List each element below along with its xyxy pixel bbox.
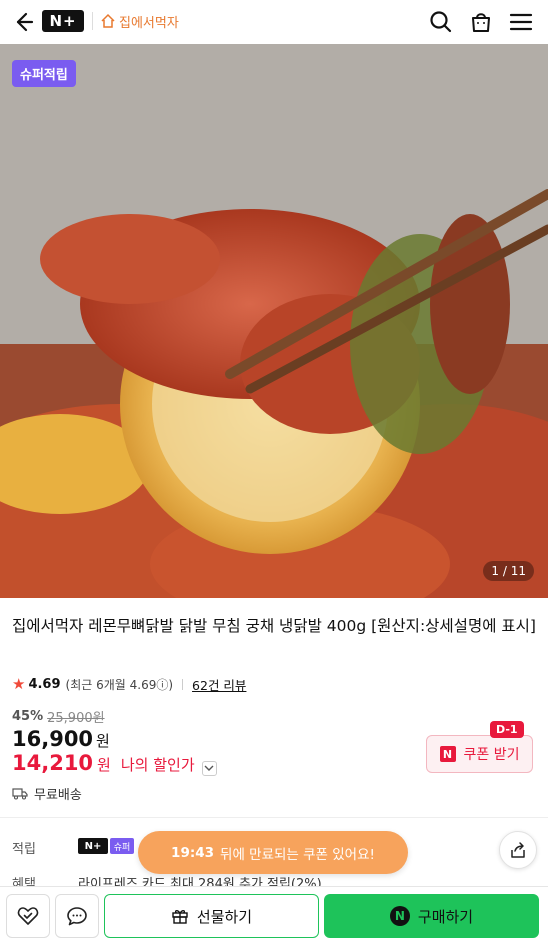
rating-divider xyxy=(182,678,184,690)
shipping-row: 무료배송 xyxy=(12,784,82,803)
food-photo xyxy=(0,44,548,598)
image-counter: 1 / 11 xyxy=(483,561,534,581)
naver-plus-logo[interactable]: N+ xyxy=(42,10,84,32)
super-badge: 슈퍼 xyxy=(110,838,134,854)
discount-percent: 45% xyxy=(12,709,44,724)
discount-row: 45% 25,900원 xyxy=(12,707,105,726)
coupon-button[interactable]: N 쿠폰 받기 xyxy=(426,735,533,773)
truck-icon xyxy=(12,788,28,800)
product-image[interactable]: 슈퍼적립 1 / 11 xyxy=(0,44,548,598)
search-icon[interactable] xyxy=(427,8,455,36)
accumulate-badges: N+ 슈퍼 xyxy=(78,838,134,854)
store-name: 집에서먹자 xyxy=(119,15,179,31)
back-arrow-icon[interactable] xyxy=(8,8,36,36)
heart-check-icon xyxy=(17,907,39,925)
bag-icon[interactable] xyxy=(467,8,495,36)
my-price-unit: 원 xyxy=(97,756,111,774)
wishlist-button[interactable] xyxy=(6,894,50,938)
store-link[interactable]: 집에서먹자 xyxy=(100,11,179,31)
buy-button[interactable]: N 구매하기 xyxy=(324,894,539,938)
share-button[interactable] xyxy=(499,831,537,869)
header-divider xyxy=(92,12,93,30)
toast-time: 19:43 xyxy=(171,844,215,861)
coupon-label: 쿠폰 받기 xyxy=(463,747,520,763)
shipping-text: 무료배송 xyxy=(34,788,82,803)
rating-row: ★ 4.69 (최근 6개월 4.69ⓘ) 62건 리뷰 xyxy=(12,675,246,693)
my-price-row[interactable]: 14,210 원 나의 할인가 xyxy=(12,751,217,776)
gift-button[interactable]: 선물하기 xyxy=(104,894,319,938)
talk-button[interactable] xyxy=(55,894,99,938)
nplus-badge: N+ xyxy=(78,838,108,854)
menu-icon[interactable] xyxy=(507,8,535,36)
sale-price-unit: 원 xyxy=(96,732,110,750)
buy-label: 구매하기 xyxy=(417,907,474,926)
product-title: 집에서먹자 레몬무뼈닭발 닭발 무침 궁채 냉닭발 400g [원산지:상세설명… xyxy=(12,617,536,635)
share-icon xyxy=(511,842,525,858)
dday-badge: D-1 xyxy=(490,721,524,738)
top-header: N+ 집에서먹자 xyxy=(0,0,548,44)
sale-price: 16,900 xyxy=(12,727,94,751)
store-home-icon xyxy=(101,13,115,28)
super-reward-badge: 슈퍼적립 xyxy=(12,60,76,87)
my-price: 14,210 xyxy=(12,751,94,775)
gift-label: 선물하기 xyxy=(196,907,253,926)
toast-text: 뒤에 만료되는 쿠폰 있어요! xyxy=(220,846,375,863)
accumulate-label: 적립 xyxy=(12,842,36,857)
price-row: 16,900 원 xyxy=(12,727,110,751)
star-icon: ★ xyxy=(12,675,26,693)
chat-bubble-icon xyxy=(67,907,87,926)
naver-pay-icon: N xyxy=(389,906,410,926)
rating-score: 4.69 xyxy=(28,676,61,692)
naver-n-icon: N xyxy=(439,746,456,762)
rating-recent[interactable]: (최근 6개월 4.69ⓘ) xyxy=(66,676,174,693)
original-price: 25,900원 xyxy=(47,711,105,726)
chevron-down-icon[interactable] xyxy=(201,760,217,776)
section-divider xyxy=(0,817,548,818)
bottom-action-bar: 선물하기 N 구매하기 xyxy=(0,886,548,950)
my-price-label: 나의 할인가 xyxy=(120,756,195,774)
review-count-link[interactable]: 62건 리뷰 xyxy=(192,675,246,694)
gift-icon xyxy=(172,910,188,924)
coupon-expiry-toast[interactable]: 19:43 뒤에 만료되는 쿠폰 있어요! xyxy=(138,831,408,874)
